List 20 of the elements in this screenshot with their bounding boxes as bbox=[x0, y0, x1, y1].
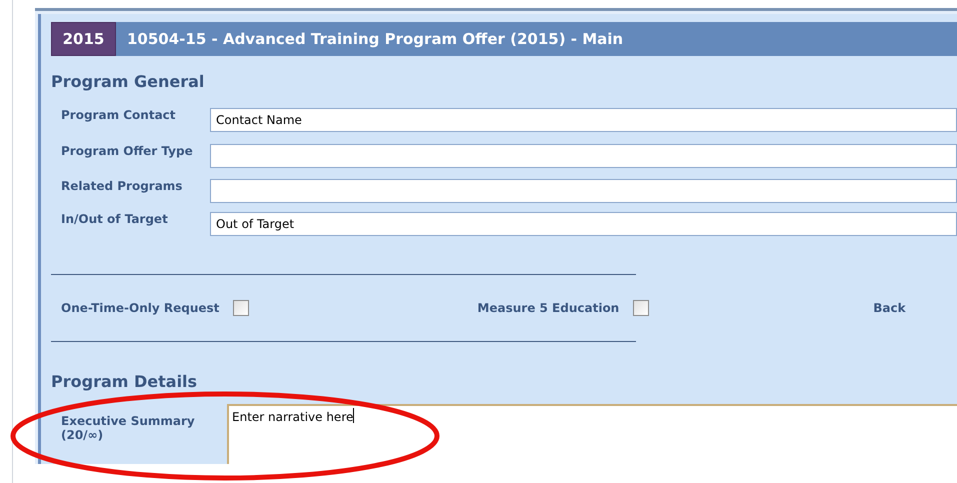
field-label: In/Out of Target bbox=[60, 212, 169, 226]
form-title: 10504-15 - Advanced Training Program Offer (2015) - Main bbox=[126, 28, 624, 50]
input-field[interactable] bbox=[210, 179, 957, 203]
input-field[interactable] bbox=[210, 144, 957, 168]
checkbox-label: Measure 5 Education bbox=[477, 300, 620, 317]
field-label: Related Programs bbox=[60, 179, 184, 193]
field-label: Program Offer Type bbox=[60, 144, 194, 158]
input-field[interactable]: Out of Target bbox=[210, 212, 957, 236]
checkbox-label: Back bbox=[873, 300, 906, 317]
checkbox[interactable] bbox=[233, 300, 250, 316]
section-title: Program General bbox=[51, 71, 206, 92]
checkbox-label: One-Time-Only Request bbox=[61, 300, 220, 317]
field-label: Executive Summary bbox=[61, 414, 196, 428]
narrative-field[interactable]: Enter narrative here bbox=[227, 404, 957, 464]
checkbox[interactable] bbox=[633, 300, 650, 316]
input-field[interactable]: Contact Name bbox=[210, 108, 957, 132]
year-badge: 2015 bbox=[51, 22, 116, 56]
character-counter: (20/∞) bbox=[61, 428, 104, 442]
field-label: Program Contact bbox=[60, 108, 177, 122]
section-title: Program Details bbox=[51, 370, 198, 392]
